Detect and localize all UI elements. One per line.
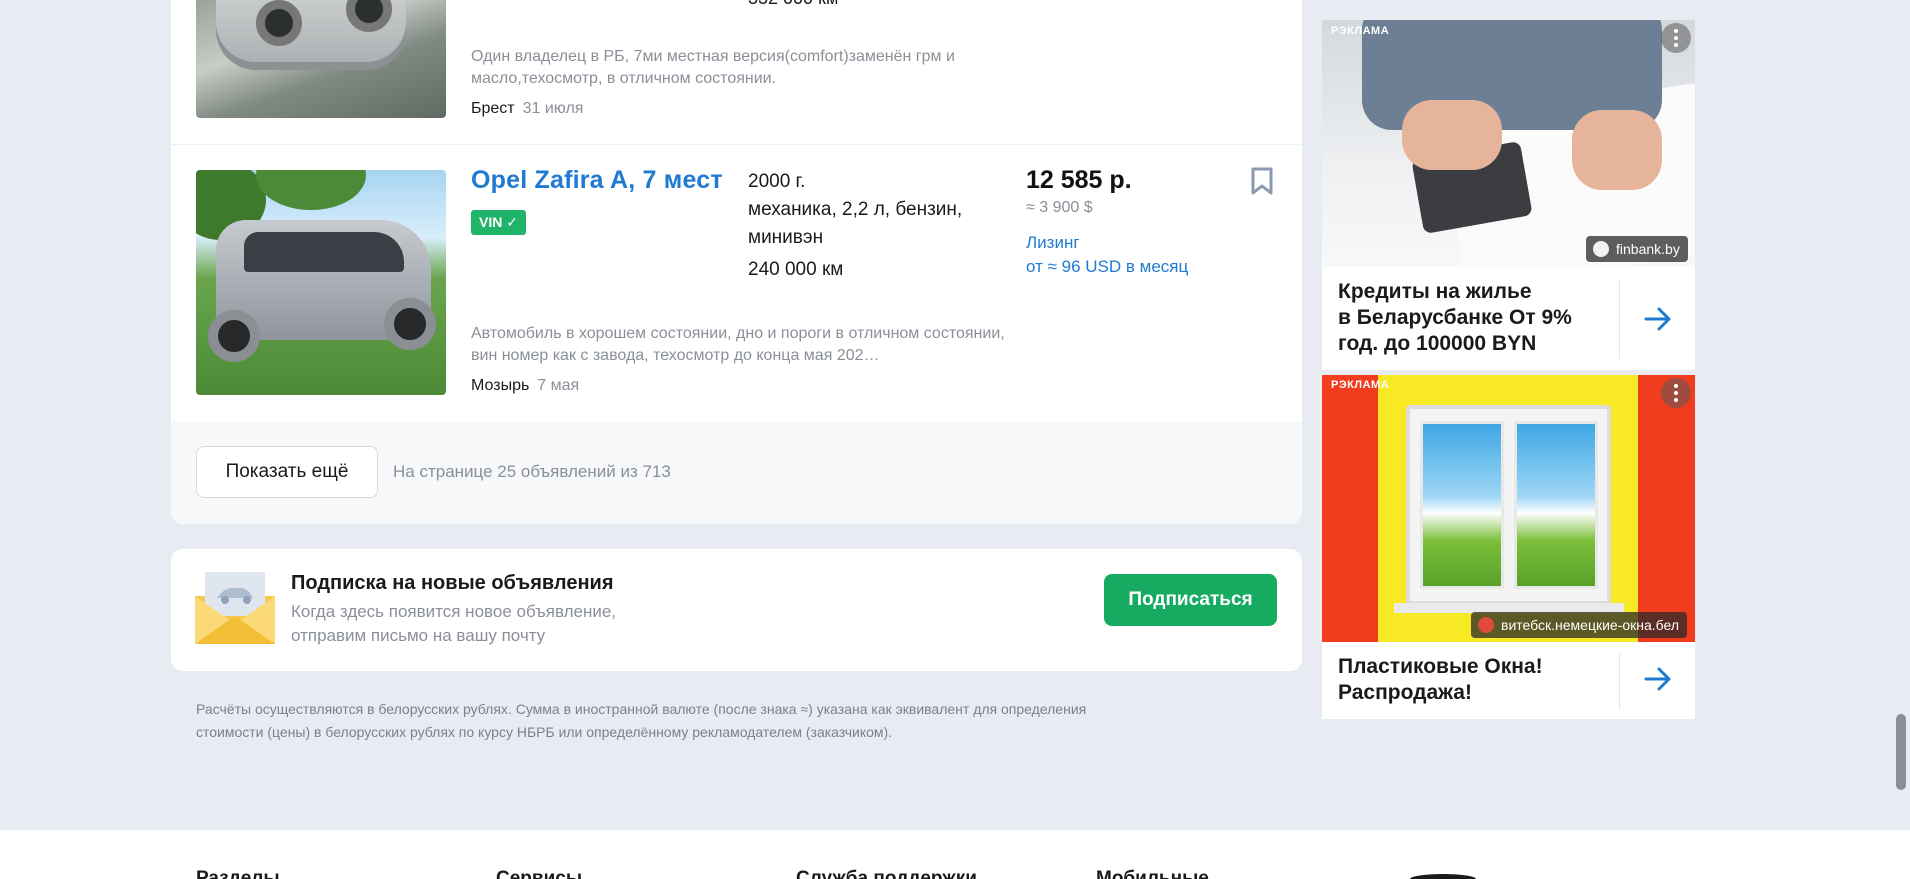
listing-price-usd: ≈ 3 900 $ [1026, 199, 1093, 216]
arrow-right-icon[interactable] [1644, 667, 1672, 691]
listing-city: Брест [471, 100, 515, 117]
footer-heading-sections: Разделы [196, 868, 280, 879]
footer-heading-mobile: Мобильные [1096, 868, 1209, 879]
ad-label: РЭКЛАМА [1331, 379, 1390, 391]
listing-location: Мозырь 7 мая [471, 377, 579, 395]
currency-disclaimer: Расчёты осуществляются в белорусских руб… [196, 701, 1087, 740]
leasing-label[interactable]: Лизинг [1026, 231, 1188, 255]
ad-text-box[interactable]: Кредиты на жилье в Беларусбанке От 9% го… [1322, 267, 1695, 370]
ad-source-badge[interactable]: витебск.немецкие-окна.бел [1471, 612, 1688, 638]
subscription-text: Когда здесь появится новое объявление, о… [291, 602, 617, 645]
listing-divider [171, 144, 1302, 145]
ad-headline-line[interactable]: Пластиковые Окна! [1338, 654, 1543, 680]
ad-headline-line[interactable]: Кредиты на жилье [1338, 279, 1572, 305]
ad-headline-line[interactable]: год. до 100000 BYN [1338, 331, 1572, 357]
listing-specs: 2000 г. механика, 2,2 л, бензин, минивэн [748, 168, 1008, 252]
envelope-icon [195, 572, 275, 644]
listing-location-previous: Брест 31 июля [471, 100, 583, 118]
subscription-title: Подписка на новые объявления [291, 572, 614, 594]
ad-label: РЭКЛАМА [1331, 25, 1390, 37]
ad-menu-icon[interactable] [1661, 23, 1691, 53]
listing-photo[interactable] [196, 170, 446, 395]
ad-image-finbank[interactable] [1322, 20, 1695, 267]
footer-heading-services: Сервисы [496, 868, 583, 879]
ad-headline[interactable]: Пластиковые Окна! Распродажа! [1338, 654, 1543, 706]
show-more-button[interactable]: Показать ещё [196, 446, 378, 498]
ad-source-label: витебск.немецкие-окна.бел [1501, 617, 1680, 633]
ad-divider [1619, 652, 1620, 710]
listing-price: 12 585 р. [1026, 166, 1132, 194]
leasing-value[interactable]: от ≈ 96 USD в месяц [1026, 255, 1188, 279]
listing-photo-previous[interactable] [196, 0, 446, 118]
arrow-right-icon[interactable] [1644, 307, 1672, 331]
bookmark-icon[interactable] [1251, 167, 1273, 195]
listing-description-previous: Один владелец в РБ, 7ми местная версия(c… [471, 48, 955, 87]
vin-verified-badge: VIN ✓ [471, 210, 526, 235]
listing-description: Автомобиль в хорошем состоянии, дно и по… [471, 325, 1005, 364]
leasing-link[interactable]: Лизинг от ≈ 96 USD в месяц [1026, 231, 1188, 279]
scrollbar-track[interactable] [1893, 0, 1910, 830]
ad-divider [1619, 279, 1620, 359]
listing-params: механика, 2,2 л, бензин, минивэн [748, 199, 963, 248]
footer-heading-support: Служба поддержки [796, 868, 977, 879]
ad-source-badge[interactable]: finbank.by [1586, 236, 1688, 262]
listing-city: Мозырь [471, 377, 530, 394]
ad-headline[interactable]: Кредиты на жилье в Беларусбанке От 9% го… [1338, 279, 1572, 357]
avatar-icon [1593, 241, 1609, 257]
listing-mileage: 240 000 км [748, 259, 844, 280]
scrollbar-thumb[interactable] [1896, 714, 1906, 790]
ad-headline-line[interactable]: в Беларусбанке От 9% [1338, 305, 1572, 331]
brand-icon [1478, 617, 1494, 633]
ad-text-box[interactable]: Пластиковые Окна! Распродажа! [1322, 642, 1695, 719]
ad-headline-line[interactable]: Распродажа! [1338, 680, 1543, 706]
subscribe-button[interactable]: Подписаться [1104, 574, 1277, 626]
ad-source-label: finbank.by [1616, 241, 1680, 257]
footer-logo-icon [1410, 874, 1476, 879]
listing-title-link[interactable]: Opel Zafira A, 7 мест [471, 166, 723, 195]
listing-year: 2000 г. [748, 171, 806, 192]
listing-count-text: На странице 25 объявлений из 713 [393, 462, 671, 481]
listing-mileage-previous: 332 000 км [748, 0, 838, 9]
ad-menu-icon[interactable] [1661, 378, 1691, 408]
listing-date: 31 июля [522, 100, 584, 117]
listing-date: 7 мая [537, 377, 580, 394]
ad-image-windows[interactable] [1322, 375, 1695, 642]
